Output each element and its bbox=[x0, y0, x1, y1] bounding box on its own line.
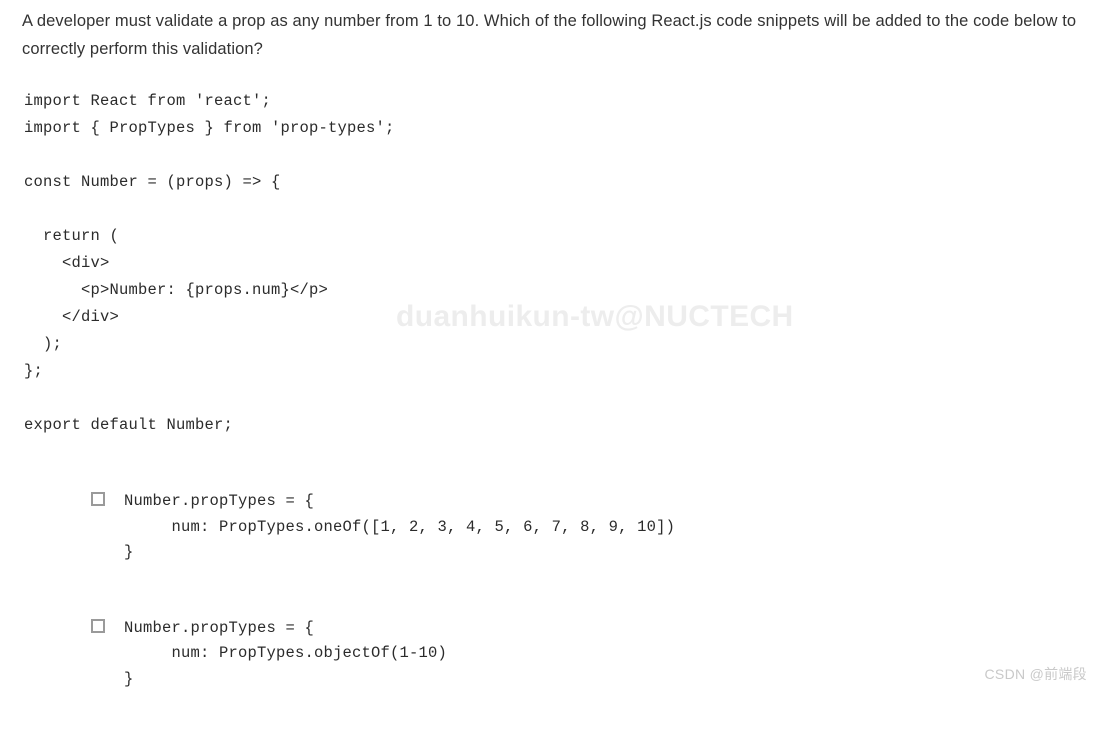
code-line: Number.propTypes = { bbox=[124, 492, 315, 510]
checkbox-icon[interactable] bbox=[91, 492, 105, 506]
reference-code-block: import React from 'react'; import { PropT… bbox=[24, 88, 395, 439]
answer-options-list: Number.propTypes = { num: PropTypes.oneO… bbox=[88, 489, 988, 742]
code-line: </div> bbox=[24, 308, 120, 326]
code-line: ); bbox=[24, 335, 63, 353]
code-line: <p>Number: {props.num}</p> bbox=[24, 281, 329, 299]
question-prompt: A developer must validate a prop as any … bbox=[22, 12, 1077, 58]
code-line: } bbox=[124, 543, 134, 561]
answer-option-code: Number.propTypes = { num: PropTypes.oneO… bbox=[124, 489, 988, 566]
code-line: } bbox=[124, 669, 134, 688]
answer-option[interactable]: Number.propTypes = { num: PropTypes.oneO… bbox=[88, 489, 988, 566]
code-line: const Number = (props) => { bbox=[24, 173, 281, 191]
answer-option[interactable]: Number.propTypes = { num: PropTypes.obje… bbox=[88, 616, 988, 693]
attribution-label: CSDN @前端段 bbox=[984, 666, 1087, 682]
code-line: }; bbox=[24, 362, 44, 380]
code-line: import { PropTypes } from 'prop-types'; bbox=[24, 119, 395, 137]
code-line: import React from 'react'; bbox=[24, 92, 272, 110]
code-line: num: PropTypes.oneOf([1, 2, 3, 4, 5, 6, … bbox=[124, 517, 676, 536]
code-line: num: PropTypes.objectOf(1-10) bbox=[124, 644, 448, 662]
code-line: <div> bbox=[24, 254, 110, 272]
checkbox-icon[interactable] bbox=[91, 618, 105, 633]
code-line: Number.propTypes = { bbox=[124, 618, 315, 637]
code-line: return ( bbox=[24, 227, 120, 245]
code-line: export default Number; bbox=[24, 416, 234, 434]
watermark-text: duanhuikun-tw@NUCTECH bbox=[396, 300, 794, 333]
answer-option-code: Number.propTypes = { num: PropTypes.obje… bbox=[124, 616, 988, 693]
